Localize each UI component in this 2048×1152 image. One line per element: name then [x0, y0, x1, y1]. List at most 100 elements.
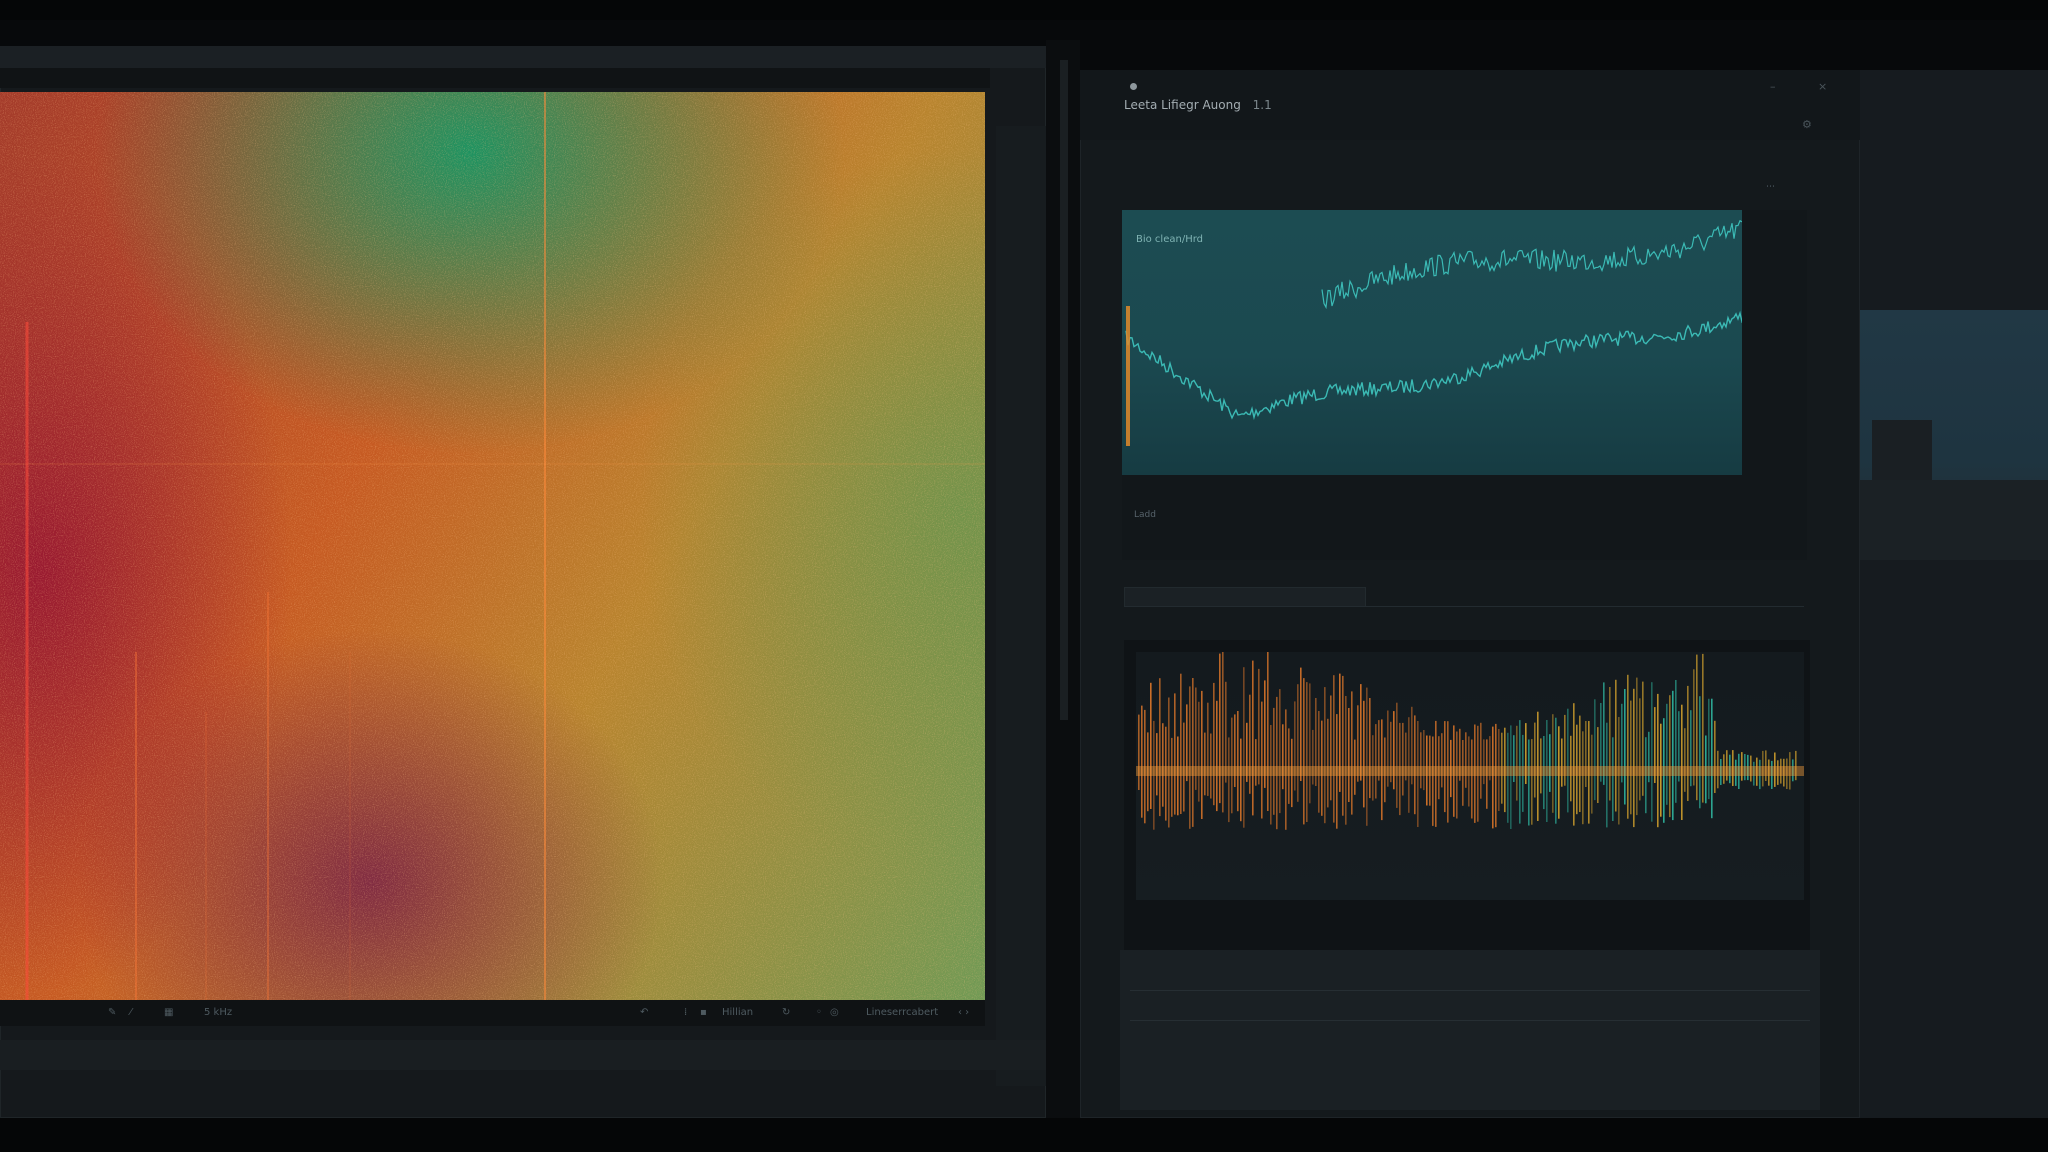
- spectrum-bin: [1345, 696, 1347, 825]
- spectrum-bin: [1231, 717, 1233, 814]
- spectrum-bin: [1396, 702, 1398, 808]
- spectrum-bin: [1273, 707, 1275, 815]
- stop-icon[interactable]: ▪: [700, 1007, 707, 1018]
- spectrum-bin: [1585, 721, 1587, 787]
- loop-icon[interactable]: ◎: [830, 1007, 839, 1018]
- spectrum-bin: [1366, 687, 1368, 826]
- spectrum-bin: [1279, 689, 1281, 814]
- spectrum-bin: [1150, 682, 1152, 809]
- spectrum-bin: [1420, 732, 1422, 789]
- spectrum-bin: [1561, 738, 1563, 787]
- status-zoom[interactable]: Hillian: [722, 1007, 753, 1018]
- spectrum-bin: [1369, 698, 1371, 799]
- spectrum-plot[interactable]: [1136, 652, 1804, 900]
- spectrum-bin: [1672, 690, 1674, 821]
- spectrum-bin: [1633, 688, 1635, 828]
- status-mode[interactable]: Lineserrcabert: [866, 1007, 938, 1018]
- divider-line: [1130, 990, 1810, 991]
- spectrum-bin: [1189, 686, 1191, 829]
- spectrum-bin: [1423, 730, 1425, 791]
- y-caption: Ladd: [1134, 510, 1156, 520]
- record-icon[interactable]: ◦: [816, 1007, 822, 1018]
- spectrum-bin: [1201, 690, 1203, 819]
- spectrum-bin: [1234, 714, 1236, 787]
- spectrum-bin: [1528, 739, 1530, 826]
- spectrum-bin: [1687, 685, 1689, 801]
- spectrum-bin: [1309, 683, 1311, 804]
- lower-control-panel: [1120, 950, 1820, 1110]
- pen-icon[interactable]: ✎: [108, 1007, 116, 1018]
- spectrum-bin: [1699, 696, 1701, 809]
- chevron-icon[interactable]: ‹ ›: [958, 1007, 969, 1018]
- spectrum-bin: [1636, 677, 1638, 816]
- preview-thumbnail[interactable]: [1860, 310, 2048, 560]
- spectrum-bin: [1666, 703, 1668, 805]
- spectrogram-canvas[interactable]: [0, 92, 985, 1002]
- spectrum-bin: [1534, 722, 1536, 798]
- spectrum-band: [1136, 766, 1804, 776]
- spectrum-bin: [1624, 689, 1626, 805]
- spectrum-bin: [1255, 739, 1257, 786]
- spectrum-bin: [1432, 736, 1434, 826]
- spectrum-bin: [1492, 726, 1494, 829]
- spectrum-bin: [1681, 704, 1683, 820]
- spectrum-bin: [1282, 724, 1284, 790]
- waveform-plot[interactable]: Bio clean/Hrd: [1122, 210, 1742, 475]
- spectrum-bin: [1192, 678, 1194, 827]
- left-tabbar: [0, 68, 990, 88]
- spectrum-bin: [1549, 734, 1551, 792]
- more-icon[interactable]: ⋯: [1766, 182, 1775, 192]
- plot-label: Bio clean/Hrd: [1136, 234, 1204, 245]
- spectrum-bin: [1714, 720, 1716, 793]
- spectrum-bin: [1198, 701, 1200, 802]
- spectrum-bin: [1342, 675, 1344, 816]
- playhead-marker[interactable]: [1126, 306, 1130, 446]
- spectrum-bin: [1531, 739, 1533, 825]
- spectrum-bin: [1318, 711, 1320, 813]
- spectrum-bin: [1222, 652, 1224, 813]
- redo-icon[interactable]: ↻: [782, 1007, 790, 1018]
- left-statusbar: ✎ ⁄ ▦ 5 kHz ↶ ⁞ ▪ Hillian ↻ ◦ ◎ Lineserr…: [0, 1000, 985, 1026]
- window-dot-icon[interactable]: [1130, 83, 1137, 90]
- brush-icon[interactable]: ⁄: [130, 1007, 132, 1018]
- spectrum-bin: [1567, 708, 1569, 813]
- spectrum-bin: [1579, 715, 1581, 812]
- side-ruler: [996, 126, 1046, 1086]
- undo-icon[interactable]: ↶: [640, 1007, 648, 1018]
- monitor-bezel-top: [0, 0, 2048, 20]
- grid-icon[interactable]: ▦: [164, 1007, 173, 1018]
- spectrum-bin: [1156, 733, 1158, 796]
- spectrum-bin: [1138, 714, 1140, 790]
- spectrum-bin: [1765, 750, 1767, 781]
- spectrum-bin: [1180, 673, 1182, 814]
- spectrum-bin: [1609, 687, 1611, 801]
- spectrum-svg: [1136, 652, 1804, 830]
- spectrum-bin: [1249, 694, 1251, 794]
- spectrum-bin: [1684, 728, 1686, 792]
- waveform-trace: [1321, 219, 1742, 310]
- spectrum-bin: [1612, 737, 1614, 821]
- spectrum-bin: [1228, 737, 1230, 823]
- spectrum-bin: [1627, 674, 1629, 819]
- thumbnail-ground: [1860, 480, 2048, 560]
- spectrum-bin: [1696, 654, 1698, 801]
- spectrogram-overlay: [0, 92, 985, 1002]
- filter-input[interactable]: [1124, 587, 1366, 607]
- spectrum-bin: [1630, 700, 1632, 815]
- minimize-icon[interactable]: –: [1770, 80, 1776, 93]
- spectrum-bin: [1351, 691, 1353, 815]
- spectrum-bin: [1465, 732, 1467, 788]
- spectrum-bin: [1312, 729, 1314, 785]
- splitter-handle[interactable]: [1060, 60, 1068, 720]
- spectrum-bin: [1552, 714, 1554, 813]
- close-icon[interactable]: ×: [1818, 80, 1827, 93]
- spectrum-bin: [1162, 723, 1164, 807]
- spectrum-bin: [1300, 667, 1302, 781]
- side-panel: [1860, 70, 2048, 1118]
- step-icon[interactable]: ⁞: [684, 1007, 687, 1018]
- spectrum-bin: [1702, 653, 1704, 803]
- settings-icon[interactable]: ⚙: [1802, 118, 1812, 131]
- spectrum-bin: [1642, 681, 1644, 796]
- status-frequency: 5 kHz: [204, 1007, 233, 1018]
- spectrum-bin: [1480, 722, 1482, 799]
